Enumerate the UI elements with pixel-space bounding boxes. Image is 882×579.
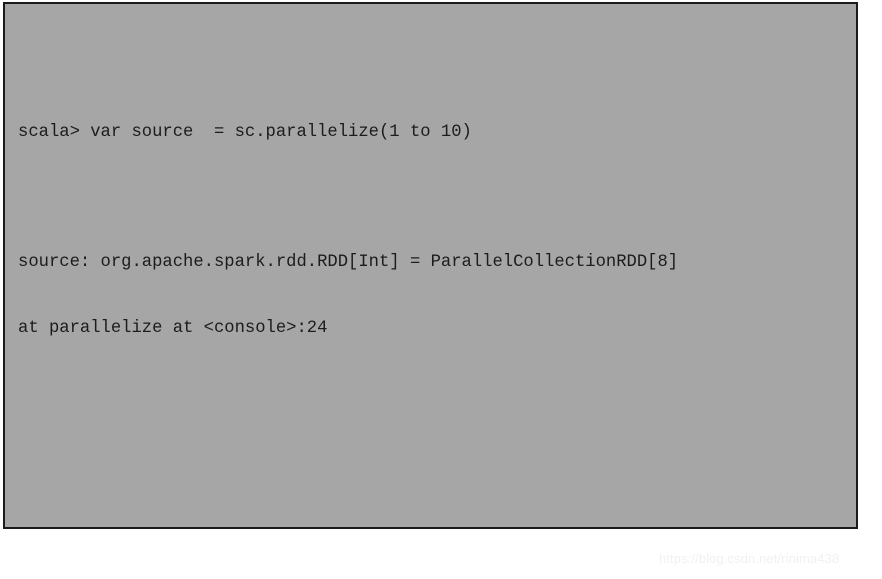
repl-command-parallelize[interactable]: scala> var source = sc.parallelize(1 to …: [18, 122, 856, 144]
csdn-watermark: https://blog.csdn.net/rinima438: [659, 551, 840, 566]
repl-output-parallelize-line-2: at parallelize at <console>:24: [18, 319, 328, 338]
repl-output-parallelize-line-1: source: org.apache.spark.rdd.RDD[Int] = …: [18, 253, 679, 272]
repl-block-parallelize: scala> var source = sc.parallelize(1 to …: [18, 78, 856, 384]
terminal-frame: scala> var source = sc.parallelize(1 to …: [3, 2, 858, 529]
terminal-transcript[interactable]: scala> var source = sc.parallelize(1 to …: [18, 12, 856, 527]
